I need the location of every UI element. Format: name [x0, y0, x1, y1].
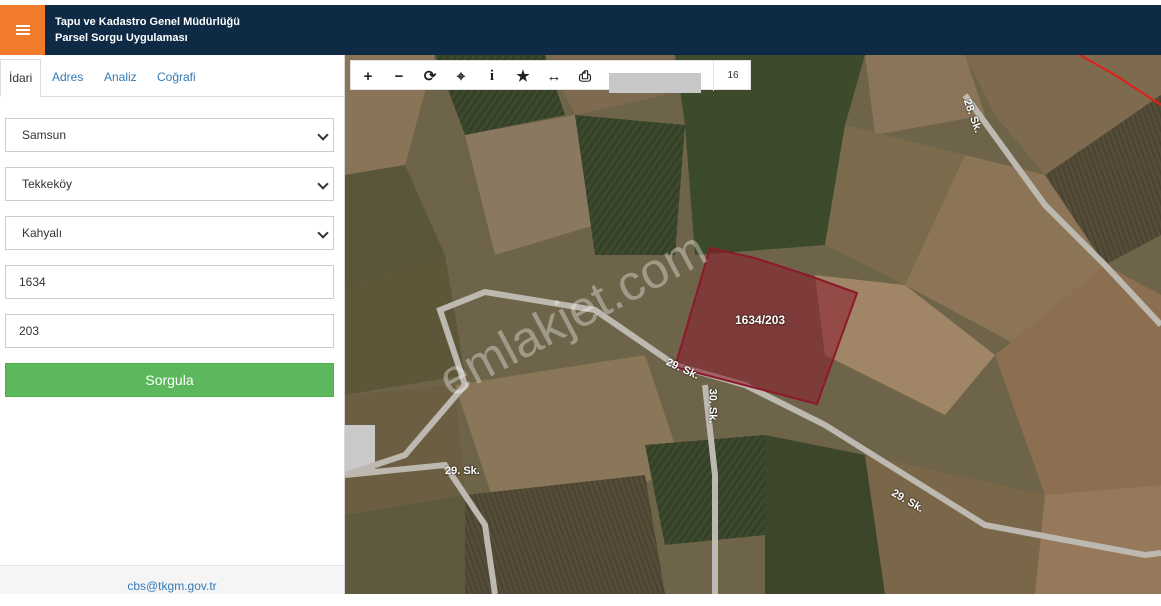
measure-icon[interactable]: ↔: [539, 61, 569, 91]
app-title: Tapu ve Kadastro Genel Müdürlüğü Parsel …: [55, 14, 240, 46]
star-icon[interactable]: ★: [508, 61, 538, 91]
road-label-30-sk: 30. Sk.: [706, 388, 719, 424]
map-toolbar: + − ⟳ ⌖ i ★ ↔ ⎙ 16: [350, 60, 752, 93]
menu-toggle-button[interactable]: [0, 5, 45, 55]
zoom-out-icon[interactable]: −: [384, 61, 414, 91]
hamburger-icon: [15, 29, 30, 31]
satellite-map[interactable]: 1634/203 29. Sk. 30. Sk. 29. Sk. 29. Sk.…: [345, 55, 1161, 594]
locate-icon[interactable]: ⌖: [446, 61, 476, 91]
query-sidebar: İdari Adres Analiz Coğrafi Samsun Tekkek…: [0, 55, 345, 594]
coordinate-readout: [609, 73, 701, 93]
zoom-in-icon[interactable]: +: [353, 61, 383, 91]
tab-bar: İdari Adres Analiz Coğrafi: [0, 55, 344, 97]
parcel-number-input[interactable]: 203: [5, 314, 334, 348]
tab-adres[interactable]: Adres: [52, 59, 83, 97]
print-icon[interactable]: ⎙: [570, 61, 600, 91]
road-label-29-sk-west: 29. Sk.: [445, 465, 480, 477]
footer-email-link[interactable]: cbs@tkgm.gov.tr: [0, 565, 344, 594]
province-select[interactable]: Samsun: [5, 118, 334, 152]
district-select[interactable]: Tekkeköy: [5, 167, 334, 201]
zoom-level: 16: [713, 61, 752, 91]
parcel-label: 1634/203: [735, 313, 786, 327]
app-title-line2: Parsel Sorgu Uygulaması: [55, 32, 188, 44]
tab-analiz[interactable]: Analiz: [104, 59, 137, 97]
refresh-icon[interactable]: ⟳: [415, 61, 445, 91]
app-header: Tapu ve Kadastro Genel Müdürlüğü Parsel …: [0, 5, 1161, 55]
neighborhood-select[interactable]: Kahyalı: [5, 216, 334, 250]
app-title-line1: Tapu ve Kadastro Genel Müdürlüğü: [55, 16, 240, 28]
tab-cografi[interactable]: Coğrafi: [157, 59, 196, 97]
query-button[interactable]: Sorgula: [5, 363, 334, 397]
tab-idari[interactable]: İdari: [0, 59, 42, 97]
block-number-input[interactable]: 1634: [5, 265, 334, 299]
info-icon[interactable]: i: [477, 61, 507, 91]
